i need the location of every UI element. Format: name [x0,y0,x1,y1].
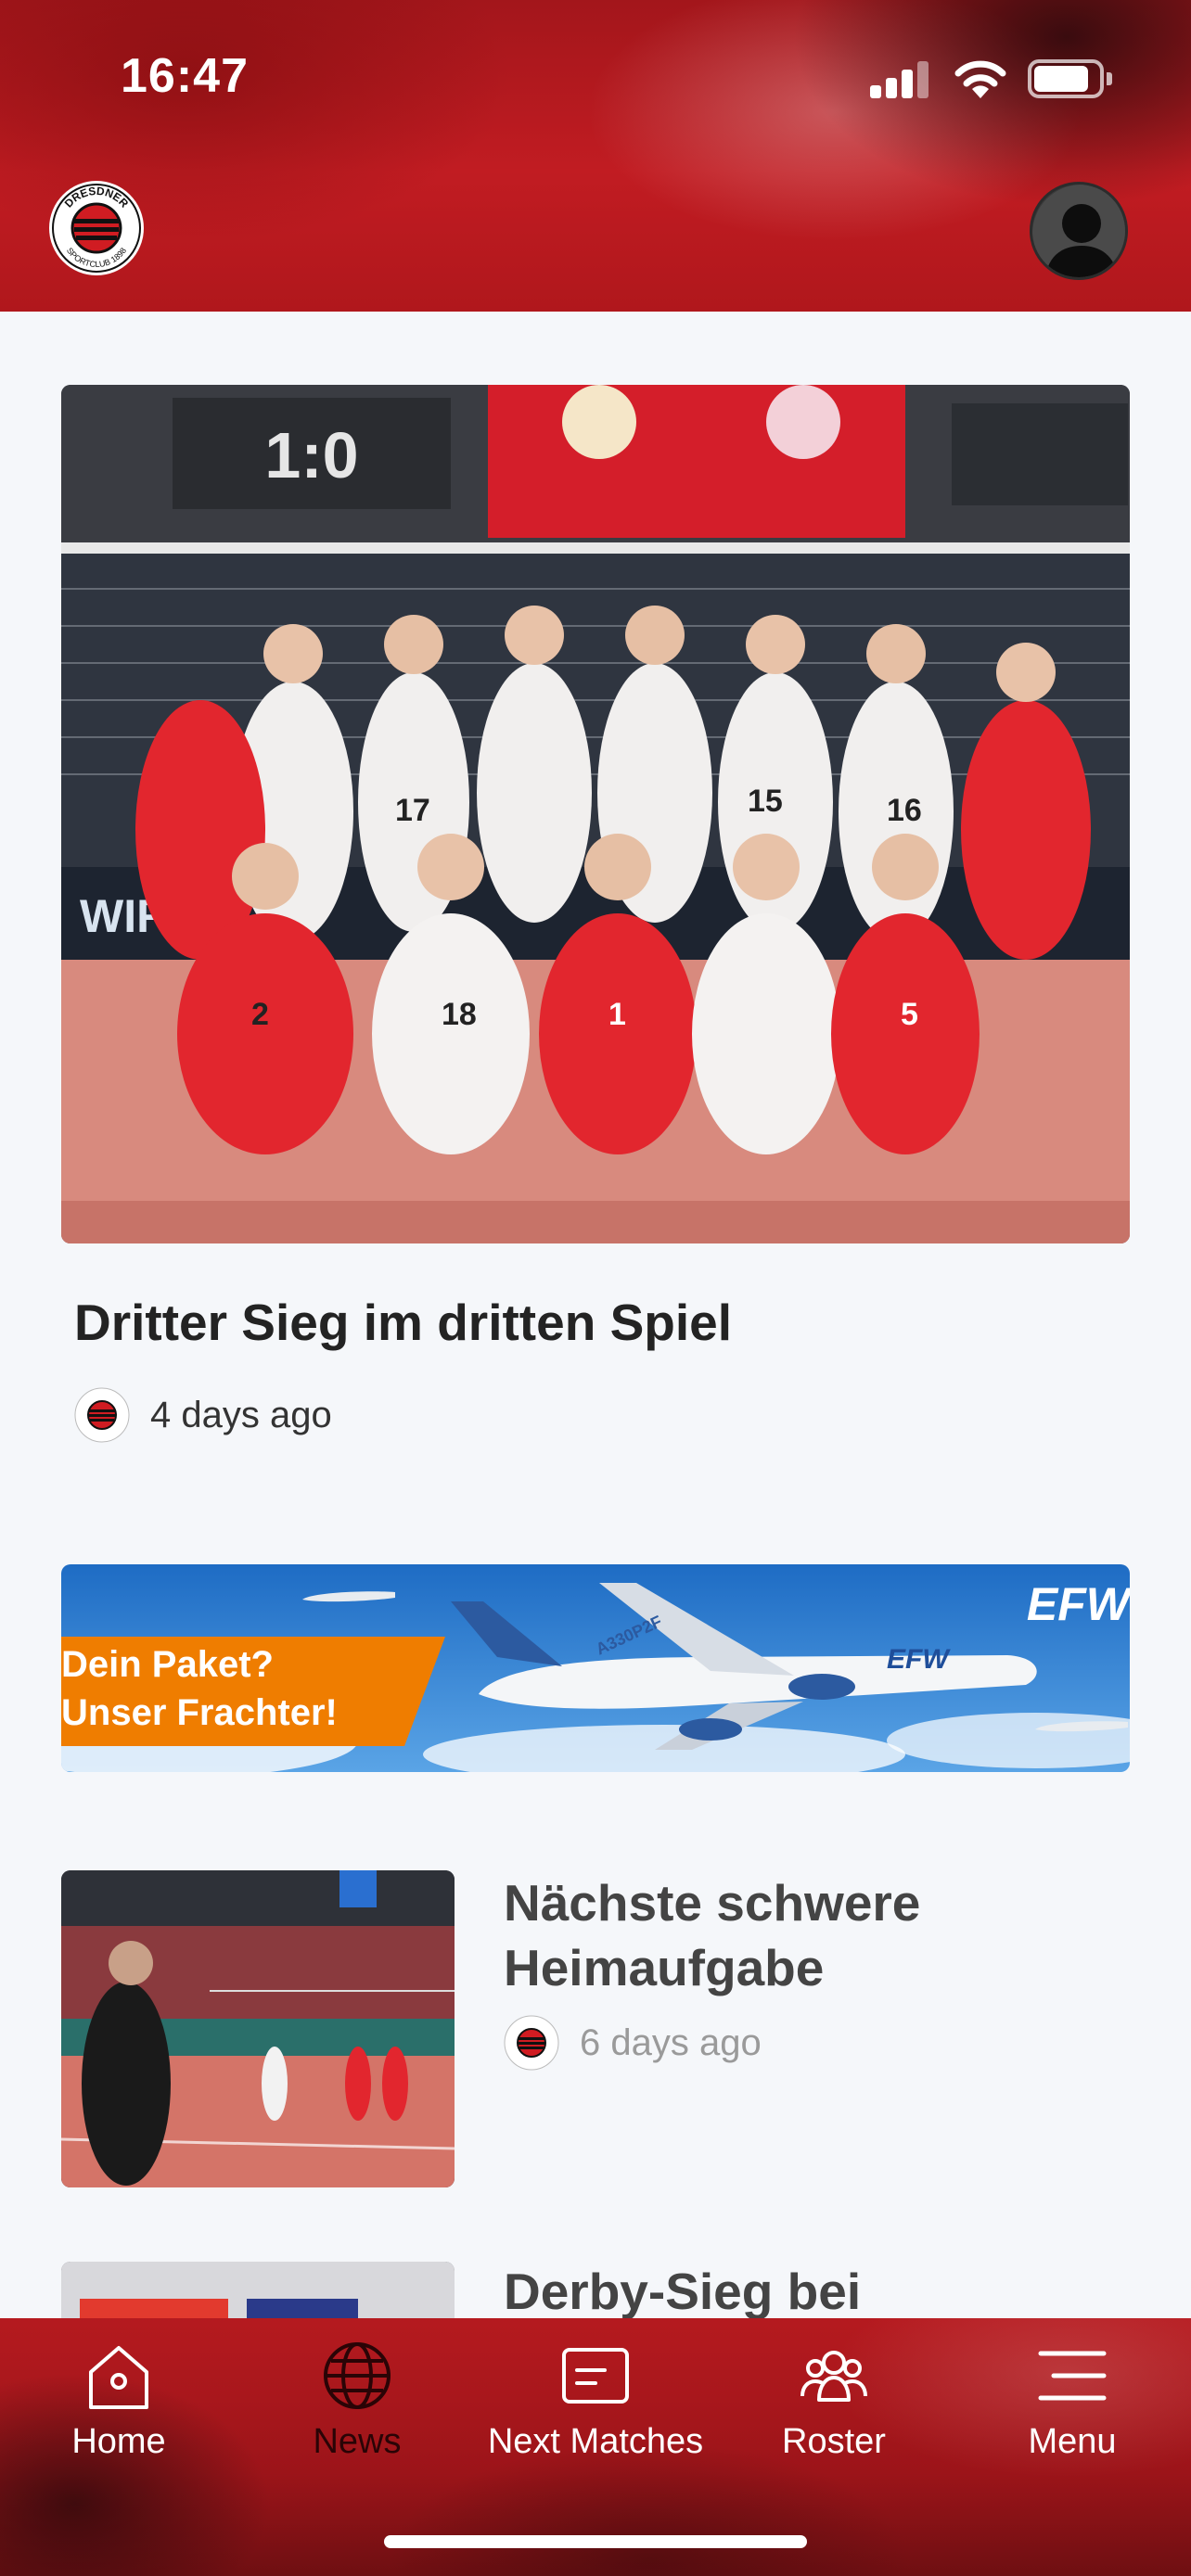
battery-icon [1028,59,1112,98]
wifi-icon [954,60,1006,98]
tab-menu-label: Menu [1028,2422,1117,2461]
tab-news[interactable]: News [246,2339,468,2496]
app-header: 16:47 DRESDNER SPORTCLUB 1898 [0,0,1191,312]
svg-text:EFW: EFW [887,1644,951,1675]
user-avatar-icon [1032,185,1125,277]
article-time: 6 days ago [580,2021,762,2063]
scoreboard-score: 1:0 [264,419,358,491]
club-logo-small [504,2015,559,2071]
article-thumbnail[interactable] [61,1870,455,2187]
ad-headline-line1: Dein Paket? [61,1644,274,1685]
match-photo [61,1870,455,2187]
ad-brand-logo: EFW [1026,1578,1130,1630]
tab-news-label: News [313,2422,402,2461]
news-feed[interactable]: 1:0 WIR 17 15 16 2 18 5 1 Dritter Sieg i… [0,312,1191,2318]
svg-text:1: 1 [608,997,626,1032]
profile-button[interactable] [1030,182,1128,280]
globe-icon [324,2342,391,2409]
article-title[interactable]: Derby-Sieg bei [504,2259,1116,2318]
svg-text:15: 15 [748,784,783,819]
tab-next-matches[interactable]: Next Matches [484,2339,707,2496]
featured-article-meta: 4 days ago [74,1385,332,1445]
tab-roster-label: Roster [782,2422,886,2461]
match-photo [61,2262,455,2318]
status-bar: 16:47 [0,0,1191,158]
tab-home-label: Home [71,2422,166,2461]
home-indicator[interactable] [384,2535,807,2548]
club-logo[interactable]: DRESDNER SPORTCLUB 1898 [48,180,145,276]
calendar-card-icon [562,2348,629,2404]
home-icon [89,2346,148,2409]
svg-text:16: 16 [887,793,922,828]
cellular-signal-icon [870,61,929,98]
tab-home[interactable]: Home [7,2339,230,2496]
ad-headline-line2: Unser Frachter! [61,1692,338,1733]
status-time: 16:47 [121,49,249,103]
team-icon [800,2351,867,2402]
team-photo: 1:0 WIR 17 15 16 2 18 51 [61,385,1130,1243]
tab-menu[interactable]: Menu [961,2339,1184,2496]
hamburger-menu-icon [1038,2351,1107,2401]
tab-roster[interactable]: Roster [723,2339,945,2496]
tab-next-matches-label: Next Matches [487,2422,704,2461]
svg-text:2: 2 [251,997,269,1032]
svg-text:17: 17 [395,793,430,828]
featured-article-time: 4 days ago [150,1394,332,1435]
article-thumbnail[interactable] [61,2262,455,2318]
featured-article-image[interactable]: 1:0 WIR 17 15 16 2 18 5 1 [61,385,1130,1243]
article-title[interactable]: Nächste schwere Heimaufgabe [504,1870,1116,2000]
svg-text:18: 18 [442,997,477,1032]
article-meta: 6 days ago [504,2015,762,2071]
ad-banner[interactable]: A330P2F EFW Dein Paket? Unser Frachter! … [61,1564,1130,1772]
featured-article-title[interactable]: Dritter Sieg im dritten Spiel [74,1293,1095,1352]
club-logo-small [74,1387,130,1443]
svg-text:5: 5 [901,997,918,1032]
